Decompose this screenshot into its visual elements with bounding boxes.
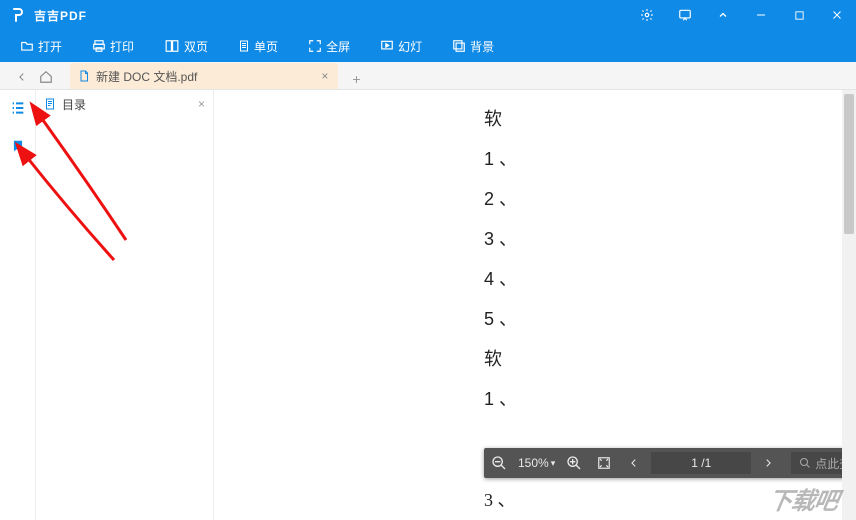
bookmark-tab-icon[interactable]: [6, 134, 30, 158]
feedback-icon[interactable]: [666, 0, 704, 30]
search-icon: [799, 457, 811, 469]
open-label: 打开: [38, 38, 62, 55]
toolbar: 打开 打印 双页 单页 全屏 幻灯 背景: [0, 30, 856, 62]
slideshow-label: 幻灯: [398, 38, 422, 55]
page-line: 2 、: [484, 190, 517, 208]
print-label: 打印: [110, 38, 134, 55]
page-content: 软1 、2 、3 、4 、5 、软1 、: [484, 110, 517, 408]
next-page-button[interactable]: [753, 448, 783, 478]
app-title: 吉吉PDF: [34, 7, 628, 24]
page-line: 1 、: [484, 150, 517, 168]
file-icon: [78, 69, 90, 83]
scrollbar-thumb[interactable]: [844, 94, 854, 234]
prev-page-button[interactable]: [619, 448, 649, 478]
tab-close-button[interactable]: ×: [319, 69, 330, 83]
dual-page-button[interactable]: 双页: [156, 34, 216, 59]
document-area: 软1 、2 、3 、4 、5 、软1 、 3 、 150% ▾ 1 /1 点此查…: [214, 90, 856, 520]
collapse-icon[interactable]: [704, 0, 742, 30]
side-tabs: [0, 90, 36, 520]
add-tab-button[interactable]: +: [348, 69, 364, 89]
page-line: 4 、: [484, 270, 517, 288]
tab-bar: 新建 DOC 文档.pdf × +: [0, 62, 856, 90]
title-bar: 吉吉PDF: [0, 0, 856, 30]
watermark: 下载吧: [766, 481, 841, 516]
background-button[interactable]: 背景: [444, 34, 502, 59]
tab-label: 新建 DOC 文档.pdf: [96, 68, 197, 85]
settings-icon[interactable]: [628, 0, 666, 30]
page-line: 5 、: [484, 310, 517, 328]
zoom-in-button[interactable]: [559, 448, 589, 478]
side-panel-title: 目录: [62, 96, 86, 113]
nav-back-button[interactable]: [10, 65, 34, 89]
page-line: 3 、: [484, 230, 517, 248]
dual-page-label: 双页: [184, 38, 208, 55]
page-content-below: 3 、: [484, 486, 516, 512]
dropdown-icon: ▾: [551, 458, 556, 469]
page-control-bar: 150% ▾ 1 /1 点此查找文本: [484, 448, 856, 478]
maximize-button[interactable]: [780, 0, 818, 30]
app-logo-icon: [8, 5, 28, 25]
home-button[interactable]: [34, 65, 58, 89]
side-panel: 目录 ×: [36, 90, 214, 520]
page-line: 1 、: [484, 390, 517, 408]
open-button[interactable]: 打开: [12, 34, 70, 59]
slideshow-button[interactable]: 幻灯: [372, 34, 430, 59]
document-icon: [44, 97, 56, 111]
scrollbar[interactable]: [842, 90, 856, 520]
fit-page-button[interactable]: [589, 448, 619, 478]
zoom-out-button[interactable]: [484, 448, 514, 478]
zoom-value: 150%: [518, 456, 549, 470]
close-button[interactable]: [818, 0, 856, 30]
outline-tab-icon[interactable]: [6, 96, 30, 120]
side-panel-header: 目录 ×: [36, 90, 213, 118]
page-number-input[interactable]: 1 /1: [651, 452, 751, 474]
page-line: 软: [484, 110, 517, 128]
tab-active[interactable]: 新建 DOC 文档.pdf ×: [70, 63, 338, 89]
page-line: 软: [484, 350, 517, 368]
minimize-button[interactable]: [742, 0, 780, 30]
main: 目录 × 软1 、2 、3 、4 、5 、软1 、 3 、 150% ▾ 1 /…: [0, 90, 856, 520]
background-label: 背景: [470, 38, 494, 55]
fullscreen-label: 全屏: [326, 38, 350, 55]
single-page-label: 单页: [254, 38, 278, 55]
zoom-level[interactable]: 150% ▾: [514, 456, 559, 470]
single-page-button[interactable]: 单页: [230, 34, 286, 59]
fullscreen-button[interactable]: 全屏: [300, 34, 358, 59]
print-button[interactable]: 打印: [84, 34, 142, 59]
side-panel-close-button[interactable]: ×: [198, 97, 205, 111]
